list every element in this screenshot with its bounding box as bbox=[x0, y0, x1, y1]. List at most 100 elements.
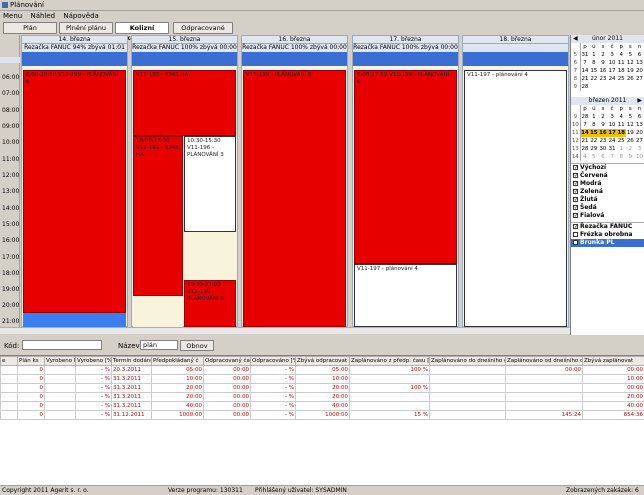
calendar-day[interactable]: 10 bbox=[608, 121, 617, 129]
checkbox-icon[interactable]: ✓ bbox=[573, 205, 578, 211]
calendar-day[interactable]: 20 bbox=[635, 67, 644, 75]
column-header[interactable]: Zbývá zaplánovat bbox=[582, 356, 644, 366]
checkbox-icon[interactable]: ✓ bbox=[573, 181, 578, 187]
checkbox-icon[interactable]: ✓ bbox=[573, 173, 578, 179]
color-filter-item[interactable]: ✓ Šedá bbox=[571, 204, 644, 212]
calendar-day[interactable]: 16 bbox=[598, 129, 608, 137]
calendar-day[interactable]: 1 bbox=[589, 113, 598, 121]
kod-input[interactable] bbox=[22, 340, 102, 350]
event-block[interactable]: 6:00-17:59 V11-199 - PLÁNOVÁNÍ 6 bbox=[354, 70, 457, 264]
calendar-day[interactable]: 10 bbox=[608, 59, 617, 67]
calendar-day[interactable] bbox=[608, 83, 617, 91]
calendar-day[interactable] bbox=[617, 83, 626, 91]
calendar-day[interactable] bbox=[635, 83, 644, 91]
calendar-day[interactable]: 17 bbox=[607, 129, 617, 137]
calendar-day[interactable]: 14 bbox=[580, 67, 589, 75]
calendar-day[interactable]: 2 bbox=[626, 145, 635, 153]
event-block-blue[interactable] bbox=[23, 313, 126, 327]
calendar-day[interactable]: 9 bbox=[598, 59, 607, 67]
column-header[interactable]: Vyrobeno ks bbox=[44, 356, 76, 366]
column-header[interactable]: Zaplánováno z předp. času [%] bbox=[349, 356, 430, 366]
calendar-day[interactable]: 13 bbox=[635, 59, 644, 67]
machine-filter-item[interactable]: Frézka obrobna bbox=[571, 231, 644, 239]
event-block[interactable]: V11-197 - plánování 4 bbox=[354, 264, 457, 327]
calendar-day[interactable]: 3 bbox=[635, 145, 644, 153]
column-header[interactable]: Plán ks bbox=[17, 356, 45, 366]
menu-item-nahled[interactable]: Náhled bbox=[27, 11, 58, 21]
calendar-day[interactable]: 7 bbox=[580, 59, 589, 67]
obnov-button[interactable]: Obnov bbox=[180, 340, 214, 351]
calendar-day[interactable]: 8 bbox=[589, 121, 598, 129]
calendar-day[interactable]: 11 bbox=[617, 59, 626, 67]
calendar-day[interactable]: 1 bbox=[589, 51, 598, 59]
menu-item-menu[interactable]: Menu bbox=[0, 11, 25, 21]
column-header[interactable]: Zaplánováno od dnešního dne bbox=[505, 356, 583, 366]
calendar-day[interactable]: 4 bbox=[580, 153, 589, 161]
calendar-day[interactable]: 7 bbox=[608, 153, 617, 161]
calendar-day[interactable]: 25 bbox=[617, 75, 626, 83]
calendar-day[interactable]: 3 bbox=[608, 51, 617, 59]
calendar-day[interactable]: 13 bbox=[635, 121, 644, 129]
calendar-day[interactable]: 8 bbox=[589, 59, 598, 67]
table-row[interactable]: 0- % 31.3.2011 20:00 00:00- % 20:00 20:00 bbox=[0, 392, 644, 402]
calendar-day[interactable]: 26 bbox=[626, 137, 635, 145]
machine-filter-item[interactable]: ✓ Řezačka FANUC bbox=[571, 223, 644, 231]
checkbox-icon[interactable]: ✓ bbox=[573, 197, 578, 203]
calendar-day[interactable]: 29 bbox=[589, 145, 598, 153]
calendar-day[interactable]: 20 bbox=[635, 129, 644, 137]
color-filter-item[interactable]: ✓ Výchozí bbox=[571, 164, 644, 172]
calendar-day[interactable]: 28 bbox=[580, 145, 589, 153]
calendar-day[interactable]: 8 bbox=[617, 153, 626, 161]
event-block[interactable]: 10:30-15:30 V11-196 - PLÁNOVÁNÍ 3 bbox=[184, 136, 236, 232]
odpracovane-casy-button[interactable]: Odpracované časy bbox=[173, 22, 233, 42]
nazev-input[interactable] bbox=[140, 340, 178, 350]
calendar-day[interactable]: 10 bbox=[635, 153, 644, 161]
calendar-day[interactable]: 23 bbox=[598, 75, 607, 83]
column-header[interactable]: Vyrobeno [%] bbox=[75, 356, 112, 366]
calendar-day[interactable]: 17 bbox=[608, 67, 617, 75]
checkbox-icon[interactable]: ✓ bbox=[573, 224, 578, 230]
calendar-day[interactable]: 18 bbox=[616, 129, 626, 137]
calendar-day[interactable]: 3 bbox=[608, 113, 617, 121]
calendar-day[interactable]: 7 bbox=[580, 121, 589, 129]
calendar-day[interactable]: 16 bbox=[598, 67, 607, 75]
calendar-day[interactable]: 31 bbox=[580, 51, 589, 59]
color-filter-item[interactable]: ✓ Žlutá bbox=[571, 196, 644, 204]
calendar-day[interactable]: 18 bbox=[617, 67, 626, 75]
color-filter-item[interactable]: ✓ Červená bbox=[571, 172, 644, 180]
color-filter-item[interactable]: ✓ Modrá bbox=[571, 180, 644, 188]
plan-button[interactable]: Plán bbox=[3, 22, 57, 34]
calendar-day[interactable]: 6 bbox=[598, 153, 607, 161]
calendar-day[interactable]: 11 bbox=[617, 121, 626, 129]
kolizni-kalendar-button[interactable]: Kolizní kalendář bbox=[115, 22, 169, 42]
calendar-day[interactable] bbox=[589, 83, 598, 91]
calendar-day[interactable]: 5 bbox=[626, 51, 635, 59]
next-month-icon[interactable]: ▶ bbox=[637, 97, 642, 105]
calendar-day[interactable] bbox=[598, 83, 607, 91]
column-header[interactable]: Termín dodání bbox=[111, 356, 152, 366]
calendar-day[interactable]: 4 bbox=[617, 51, 626, 59]
checkbox-icon[interactable] bbox=[573, 240, 578, 245]
checkbox-icon[interactable]: ✓ bbox=[573, 189, 578, 195]
calendar-day[interactable]: 5 bbox=[589, 153, 598, 161]
calendar-day[interactable]: 27 bbox=[635, 137, 644, 145]
calendar-day[interactable]: 30 bbox=[598, 145, 607, 153]
calendar-day[interactable]: 31 bbox=[608, 145, 617, 153]
calendar-day[interactable]: 9 bbox=[626, 153, 635, 161]
event-block[interactable]: 19:30-22:00 V11-199 - PLÁNOVÁNÍ 6 bbox=[184, 280, 236, 327]
calendar-day[interactable] bbox=[626, 83, 635, 91]
event-block[interactable]: V11-199 - PLÁNOVÁNÍ 6 bbox=[243, 70, 346, 327]
column-header[interactable]: Zaplánováno do dnešního dne bbox=[429, 356, 506, 366]
table-row[interactable]: 0- % 31.3.2011 40:00 00:00- % 40:00 40:00 bbox=[0, 401, 644, 411]
table-row[interactable]: 0- % 20.3.2011 05:00 00:00- % 05:00 100 % 00:0… bbox=[0, 365, 644, 375]
event-block[interactable]: 6:00-20:30 V11-199 - PLÁNOVÁNÍ 6 bbox=[23, 70, 126, 313]
calendar-day[interactable]: 12 bbox=[626, 121, 635, 129]
column-header[interactable]: e bbox=[0, 356, 18, 366]
calendar-day[interactable]: 21 bbox=[580, 75, 589, 83]
calendar-day[interactable]: 25 bbox=[617, 137, 626, 145]
calendar-day[interactable]: 2 bbox=[598, 51, 607, 59]
calendar-day[interactable]: 22 bbox=[589, 137, 598, 145]
horizontal-scrollbar[interactable] bbox=[0, 327, 570, 334]
calendar-day[interactable]: 12 bbox=[626, 59, 635, 67]
calendar-day[interactable]: 23 bbox=[598, 137, 607, 145]
